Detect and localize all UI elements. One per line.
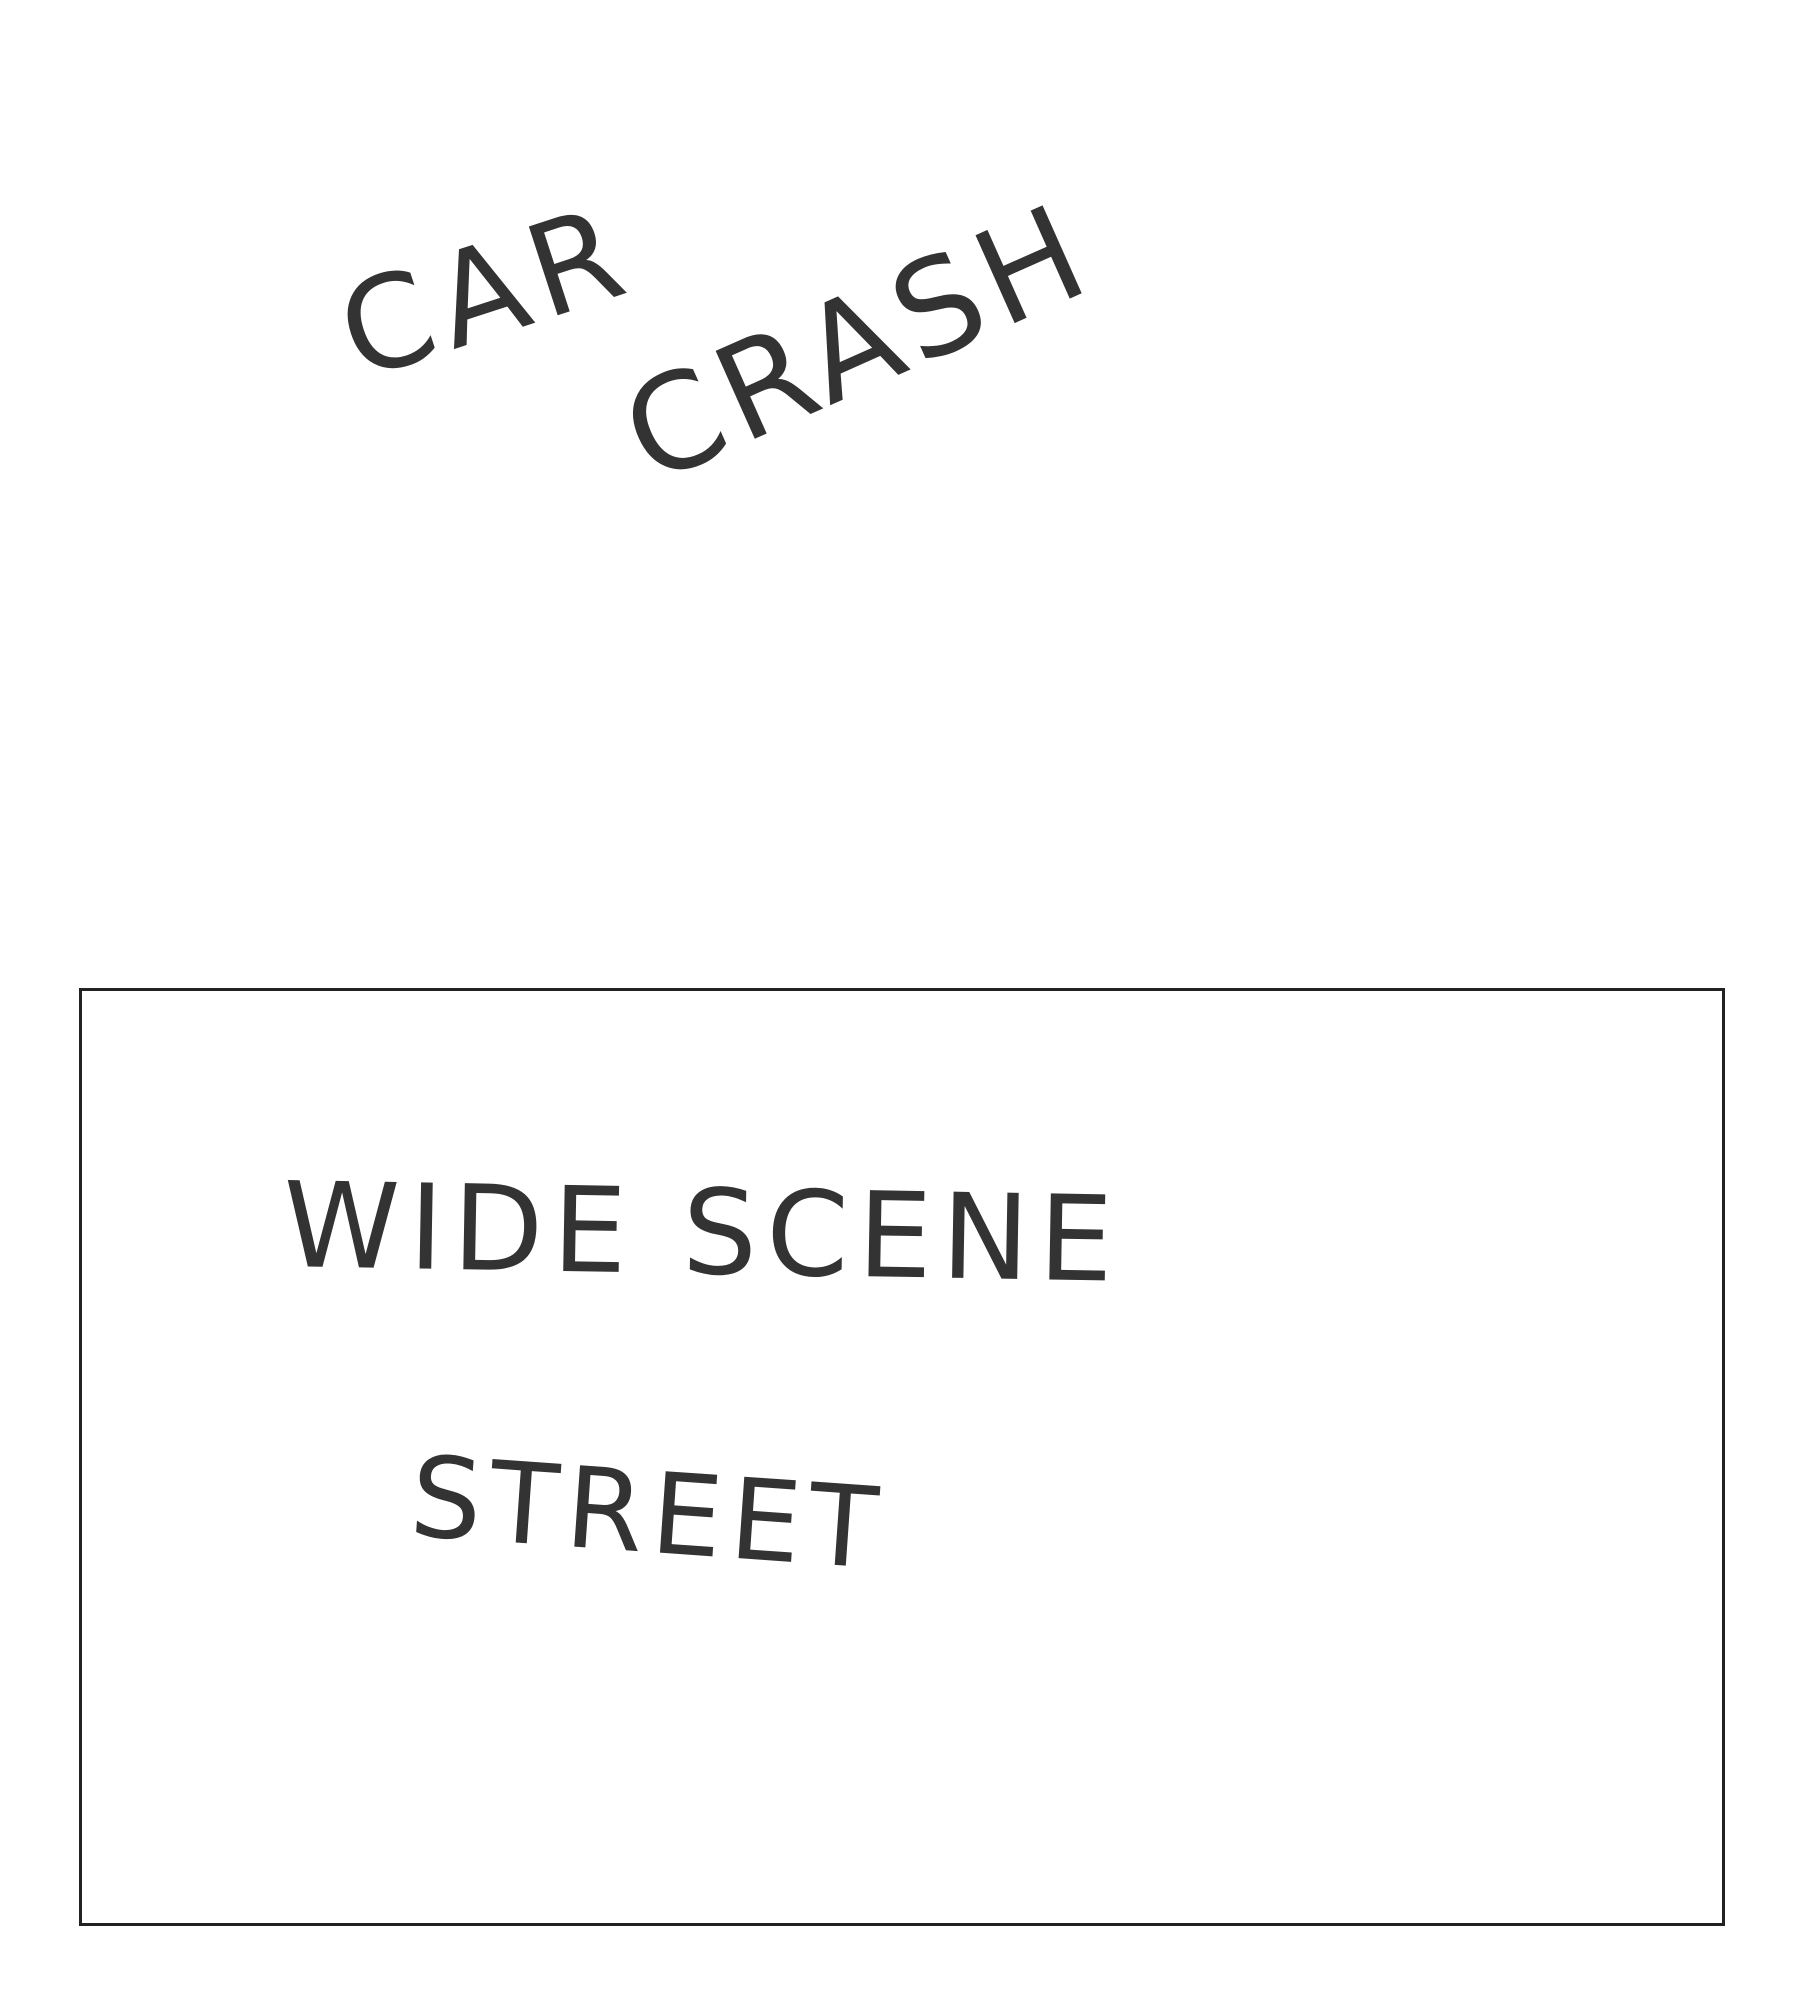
handwritten-car-label: CAR [322, 176, 650, 410]
storyboard-page: CAR CRASH WIDE SCENE STREET [0, 0, 1800, 2000]
handwritten-street-label: STREET [406, 1432, 890, 1596]
handwritten-wide-scene-label: WIDE SCENE [281, 1156, 1124, 1309]
storyboard-panel: WIDE SCENE STREET [79, 988, 1725, 1926]
handwritten-crash-label: CRASH [601, 173, 1114, 515]
